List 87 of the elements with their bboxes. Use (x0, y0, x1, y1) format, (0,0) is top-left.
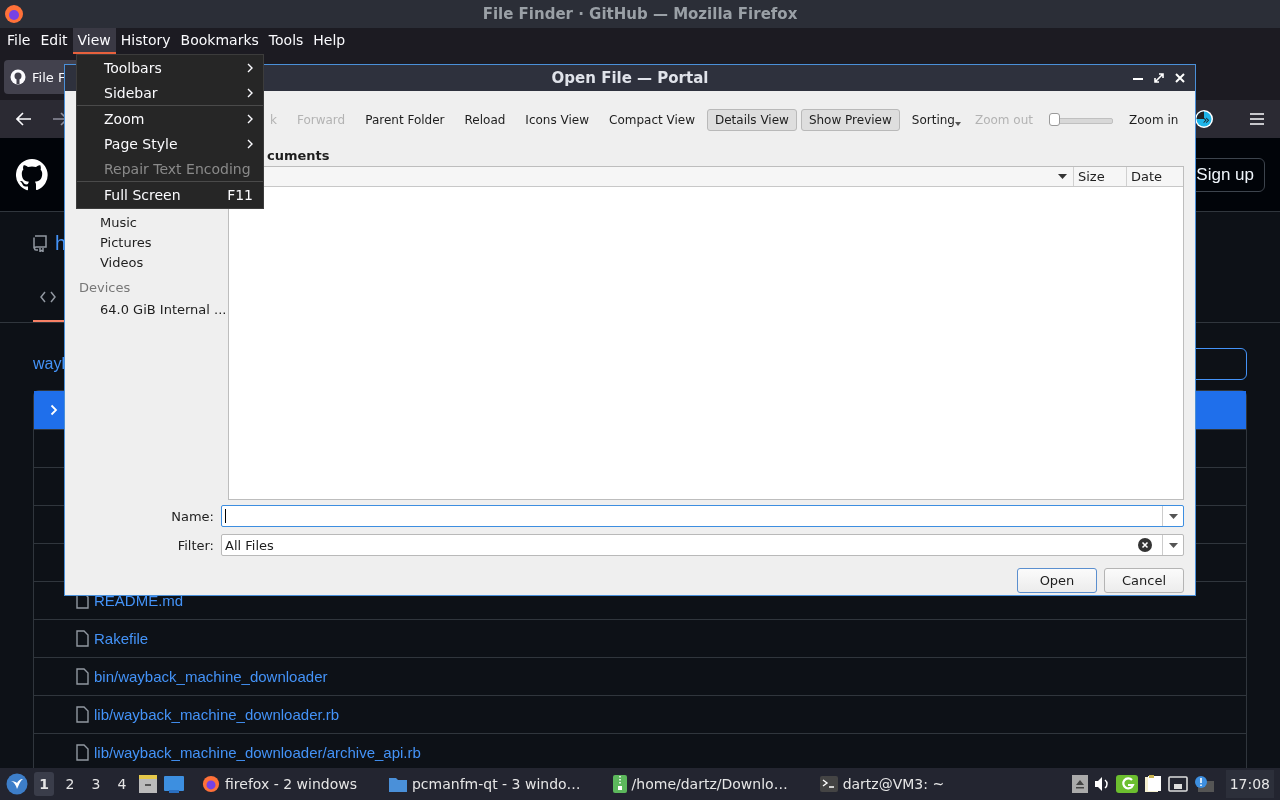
eject-icon[interactable] (1071, 775, 1088, 793)
firefox-icon (202, 775, 220, 793)
file-icon (76, 744, 89, 761)
workspace-button[interactable]: 1 (34, 772, 54, 796)
chevron-icon (50, 404, 58, 416)
name-label: Name: (170, 508, 215, 524)
file-link[interactable]: lib/wayback_machine_downloader.rb (94, 706, 340, 723)
toolbar-button[interactable]: Details View (707, 108, 797, 131)
menu-option[interactable]: Sidebar (77, 80, 263, 105)
menu-option[interactable]: Toolbars (77, 55, 263, 80)
result-row[interactable]: lib/wayback_machine_downloader.rb (34, 695, 1246, 733)
bird-icon[interactable] (6, 773, 28, 795)
alert-icon[interactable] (1193, 775, 1214, 793)
sidebar-item[interactable]: Music (65, 213, 228, 233)
toolbar-button[interactable]: Reload (456, 108, 514, 131)
column-header[interactable]: Date (1126, 167, 1183, 186)
code-icon (40, 291, 56, 303)
menu-icon[interactable] (1250, 113, 1264, 125)
menu-option[interactable]: Zoom (77, 106, 263, 131)
menu-item[interactable]: Tools (263, 28, 309, 54)
toolbar-button[interactable]: Parent Folder (357, 108, 453, 131)
dropdown-icon[interactable] (1168, 513, 1178, 519)
file-icon (76, 706, 89, 723)
path-button[interactable]: cuments (267, 147, 330, 163)
file-icon (76, 630, 89, 647)
github-icon (10, 69, 26, 85)
firefox-icon (4, 4, 24, 24)
back-icon[interactable] (16, 112, 32, 126)
maximize-icon[interactable] (1154, 73, 1164, 83)
network-icon[interactable] (1167, 776, 1188, 792)
menu-item[interactable]: Help (308, 28, 351, 54)
file-link[interactable]: bin/wayback_machine_downloader (94, 668, 328, 685)
file-link[interactable]: README.md (94, 592, 184, 609)
filter-field[interactable]: All Files (221, 534, 1184, 556)
workspace-button[interactable]: 2 (60, 772, 80, 796)
zip-icon (612, 775, 627, 793)
menu-item[interactable]: Edit (35, 28, 73, 54)
file-link[interactable]: Rakefile (94, 630, 149, 647)
sidebar-item[interactable]: Videos (65, 253, 228, 273)
window-title: File Finder · GitHub — Mozilla Firefox (482, 5, 798, 23)
menu-option[interactable]: Page Style (77, 131, 263, 156)
clear-icon[interactable] (1138, 538, 1152, 552)
sort-arrow-icon[interactable] (1058, 174, 1067, 179)
zoom-slider[interactable] (1049, 112, 1113, 127)
workspace-button[interactable]: 3 (86, 772, 106, 796)
menu-item[interactable]: File (2, 28, 36, 54)
dialog-button[interactable]: Open (1017, 568, 1097, 593)
sidebar-item[interactable]: 64.0 GiB Internal ... (65, 300, 228, 320)
column-header[interactable]: Size (1073, 167, 1126, 186)
clock: 17:08 (1225, 770, 1274, 798)
terminal-icon (819, 776, 838, 792)
toolbar-button[interactable]: Zoom in (1121, 108, 1187, 131)
toolbar-button[interactable]: Compact View (601, 108, 703, 131)
notes-icon[interactable] (1143, 775, 1162, 793)
sidebar-header: Devices (78, 279, 132, 297)
caret-icon (954, 121, 961, 126)
overflow-button[interactable]: » (1194, 108, 1218, 131)
taskbar-task[interactable]: pcmanfm-qt - 3 windo… (388, 776, 581, 792)
repo-icon (33, 234, 47, 252)
breadcrumb-link[interactable]: wayl (33, 355, 65, 373)
taskbar-task[interactable]: /home/dartz/Downlo… (612, 775, 788, 793)
name-field[interactable] (221, 505, 1184, 527)
volume-icon[interactable] (1093, 776, 1110, 792)
menu-item[interactable]: View (72, 28, 116, 54)
toolbar-button[interactable]: Icons View (517, 108, 597, 131)
dropdown-icon[interactable] (1168, 542, 1178, 548)
folder-icon (388, 776, 407, 792)
close-icon[interactable] (1175, 73, 1185, 83)
menu-item[interactable]: History (115, 28, 176, 54)
g-icon[interactable] (1115, 775, 1138, 793)
file-icon (76, 668, 89, 685)
taskbar-task[interactable]: firefox - 2 windows (202, 775, 357, 793)
menu-item[interactable]: Bookmarks (175, 28, 264, 54)
desktop-icon[interactable] (164, 775, 184, 793)
result-row[interactable]: Rakefile (34, 619, 1246, 657)
dialog-title: Open File — Portal (551, 69, 709, 87)
result-row[interactable]: bin/wayback_machine_downloader (34, 657, 1246, 695)
workspace-button[interactable]: 4 (112, 772, 132, 796)
sorting-dropdown[interactable]: Sorting (903, 108, 963, 131)
taskbar-task[interactable]: dartz@VM3: ~ (819, 776, 945, 792)
filter-label: Filter: (176, 537, 215, 553)
cabinet-icon[interactable] (138, 775, 158, 793)
dialog-button[interactable]: Cancel (1104, 568, 1184, 593)
file-link[interactable]: lib/wayback_machine_downloader/archive_api.rb (94, 744, 421, 761)
github-logo-icon[interactable] (16, 158, 48, 191)
toolbar-button[interactable]: Show Preview (800, 108, 900, 131)
sidebar-item[interactable]: Pictures (65, 233, 228, 253)
